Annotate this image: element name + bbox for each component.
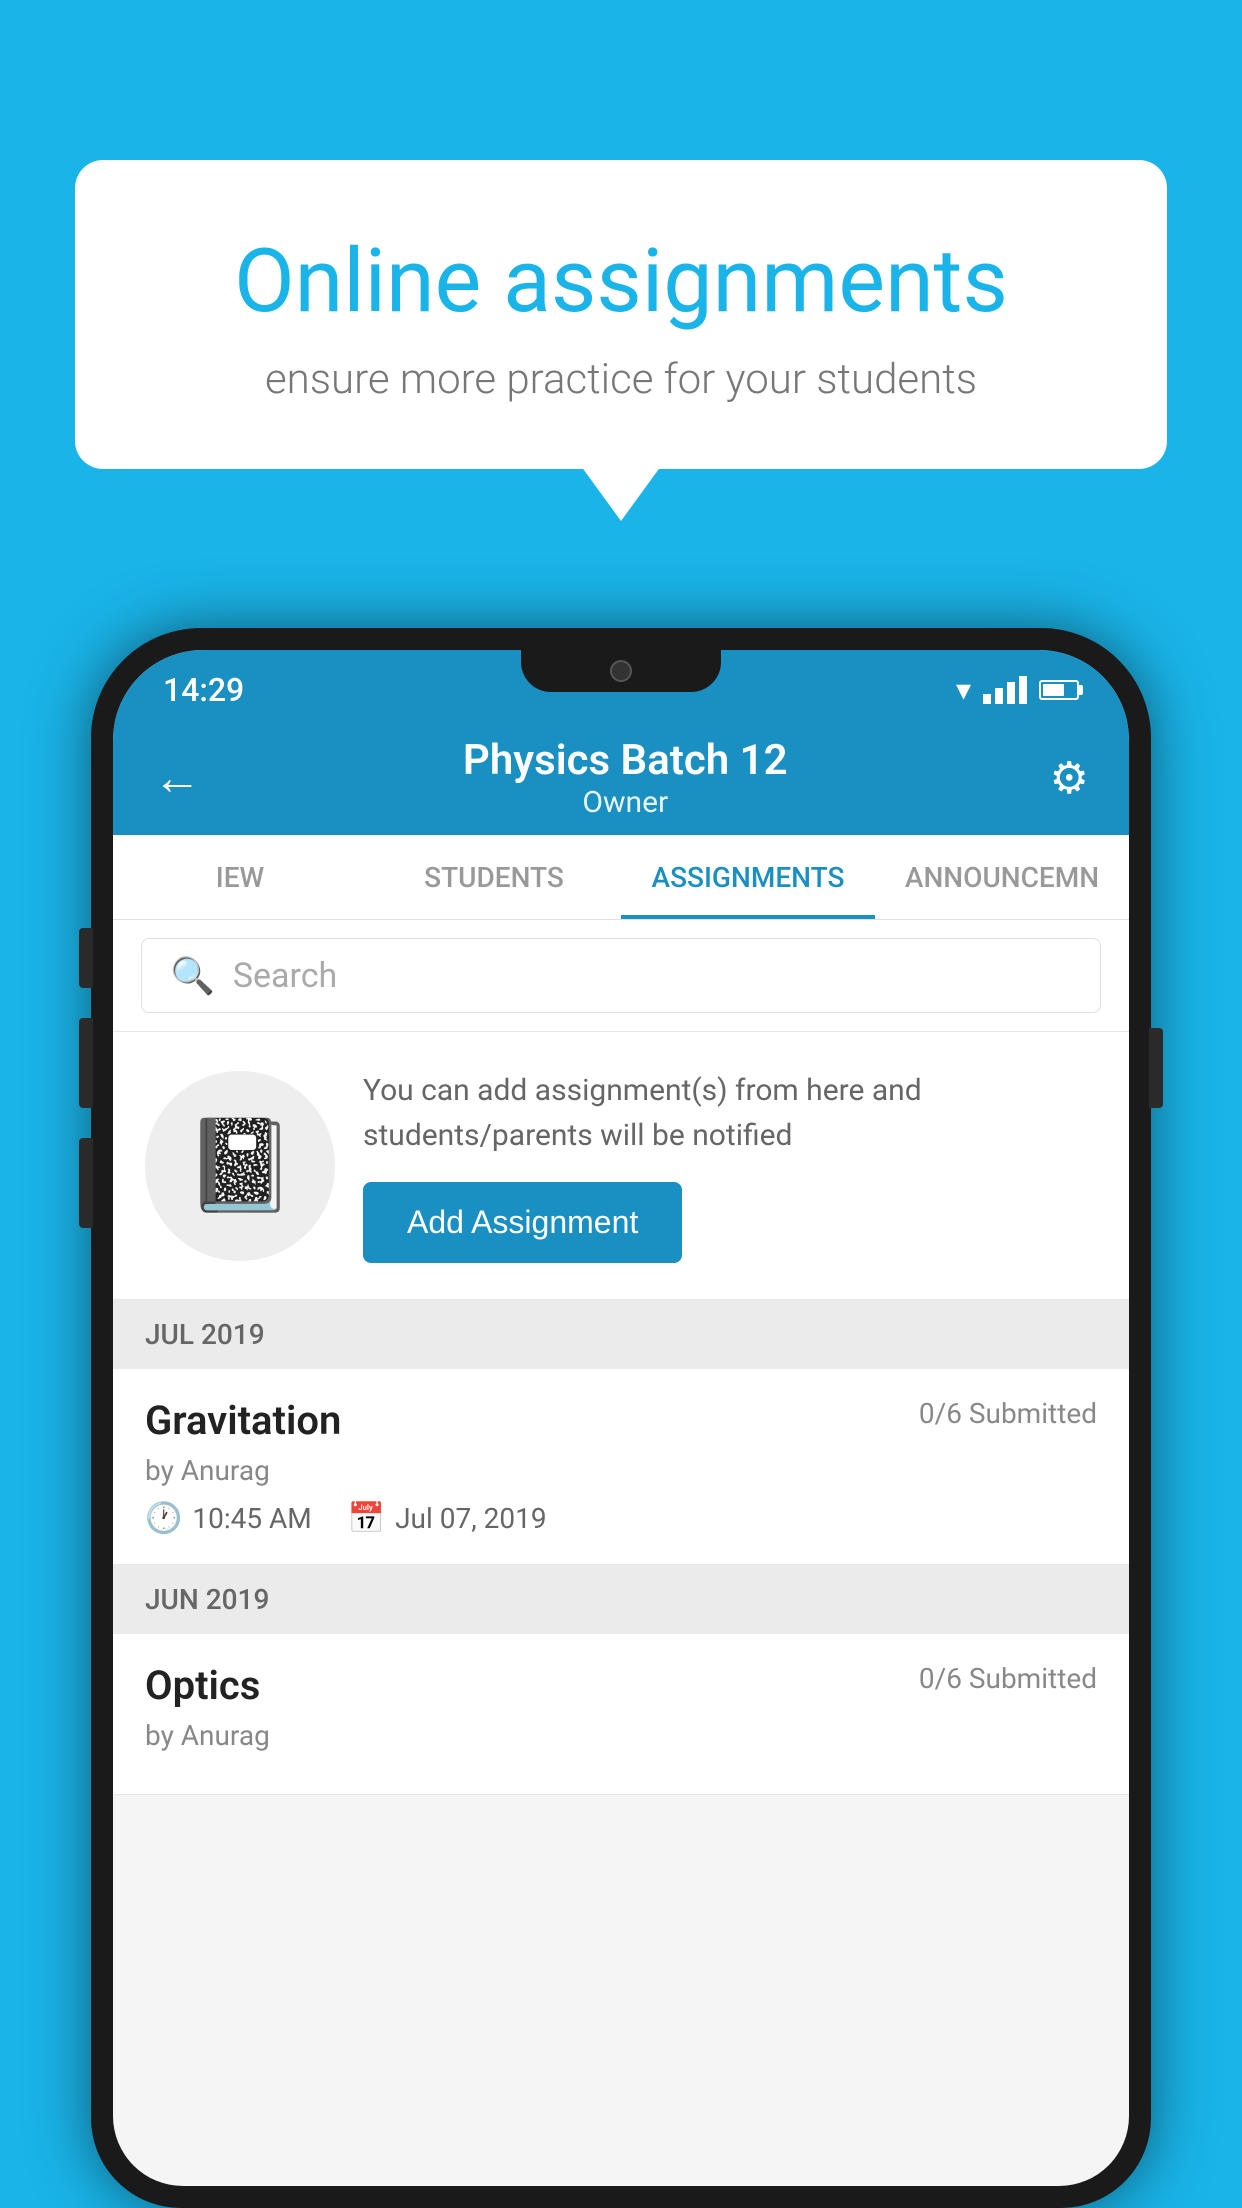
tab-bar: IEW STUDENTS ASSIGNMENTS ANNOUNCEMN (113, 835, 1129, 920)
tab-announcements-label: ANNOUNCEMN (905, 861, 1099, 894)
speech-bubble-title: Online assignments (155, 230, 1087, 333)
notebook-icon: 📓 (184, 1113, 296, 1218)
settings-icon[interactable]: ⚙ (1050, 752, 1089, 804)
search-bar[interactable]: 🔍 Search (141, 938, 1101, 1013)
power-button (1149, 1028, 1163, 1108)
volume-down-button (79, 1018, 93, 1108)
assignment-gravitation-meta: 🕐 10:45 AM 📅 Jul 07, 2019 (145, 1501, 1097, 1536)
section-jun-label: JUN 2019 (145, 1583, 269, 1616)
assignment-gravitation-time: 10:45 AM (192, 1502, 311, 1535)
promo-text: You can add assignment(s) from here and … (363, 1068, 1097, 1158)
tab-assignments-label: ASSIGNMENTS (652, 861, 845, 894)
phone-frame: 14:29 ▾ ← Ph (91, 628, 1151, 2208)
battery-fill (1043, 684, 1064, 696)
header-center: Physics Batch 12 Owner (463, 736, 788, 820)
signal-icon (983, 676, 1027, 704)
assignment-gravitation-date: Jul 07, 2019 (395, 1502, 547, 1535)
assignment-gravitation-status: 0/6 Submitted (919, 1397, 1097, 1430)
phone-screen: 14:29 ▾ ← Ph (113, 650, 1129, 2186)
signal-bar-1 (983, 694, 991, 704)
header-title: Physics Batch 12 (463, 736, 788, 785)
search-icon: 🔍 (170, 955, 215, 997)
assignment-optics-author: by Anurag (145, 1719, 1097, 1752)
assignment-optics-status: 0/6 Submitted (919, 1662, 1097, 1695)
status-icons: ▾ (956, 673, 1079, 708)
silent-button (79, 1138, 93, 1228)
assignment-optics-name: Optics (145, 1662, 260, 1709)
header-subtitle: Owner (463, 785, 788, 820)
add-assignment-button[interactable]: Add Assignment (363, 1182, 682, 1263)
tab-iew-label: IEW (216, 861, 264, 894)
assignment-gravitation[interactable]: Gravitation 0/6 Submitted by Anurag 🕐 10… (113, 1369, 1129, 1565)
assignment-optics[interactable]: Optics 0/6 Submitted by Anurag (113, 1634, 1129, 1795)
section-jul-2019: JUL 2019 (113, 1300, 1129, 1369)
signal-bar-4 (1019, 676, 1027, 704)
tab-announcements[interactable]: ANNOUNCEMN (875, 835, 1129, 919)
section-jul-label: JUL 2019 (145, 1318, 265, 1351)
camera (610, 660, 632, 682)
clock-icon: 🕐 (145, 1501, 182, 1536)
battery-icon (1039, 680, 1079, 700)
app-header: ← Physics Batch 12 Owner ⚙ (113, 720, 1129, 835)
signal-bar-2 (995, 688, 1003, 704)
assignment-gravitation-name: Gravitation (145, 1397, 341, 1444)
assignment-optics-row1: Optics 0/6 Submitted (145, 1662, 1097, 1709)
meta-time: 🕐 10:45 AM (145, 1501, 312, 1536)
search-placeholder: Search (233, 956, 337, 996)
tab-students[interactable]: STUDENTS (367, 835, 621, 919)
signal-bar-3 (1007, 682, 1015, 704)
tab-assignments[interactable]: ASSIGNMENTS (621, 835, 875, 919)
notch (521, 650, 721, 692)
promo-content: You can add assignment(s) from here and … (363, 1068, 1097, 1263)
wifi-icon: ▾ (956, 673, 971, 708)
section-jun-2019: JUN 2019 (113, 1565, 1129, 1634)
meta-date: 📅 Jul 07, 2019 (348, 1501, 547, 1536)
back-button[interactable]: ← (153, 749, 201, 806)
speech-bubble-subtitle: ensure more practice for your students (155, 355, 1087, 404)
search-container: 🔍 Search (113, 920, 1129, 1032)
tab-iew[interactable]: IEW (113, 835, 367, 919)
calendar-icon: 📅 (348, 1501, 385, 1536)
promo-icon-circle: 📓 (145, 1071, 335, 1261)
tab-students-label: STUDENTS (424, 861, 564, 894)
volume-up-button (79, 928, 93, 988)
status-time: 14:29 (163, 671, 244, 709)
speech-bubble-container: Online assignments ensure more practice … (75, 160, 1167, 469)
assignment-row1: Gravitation 0/6 Submitted (145, 1397, 1097, 1444)
speech-bubble: Online assignments ensure more practice … (75, 160, 1167, 469)
promo-section: 📓 You can add assignment(s) from here an… (113, 1032, 1129, 1300)
assignment-gravitation-author: by Anurag (145, 1454, 1097, 1487)
battery-tip (1079, 685, 1083, 695)
